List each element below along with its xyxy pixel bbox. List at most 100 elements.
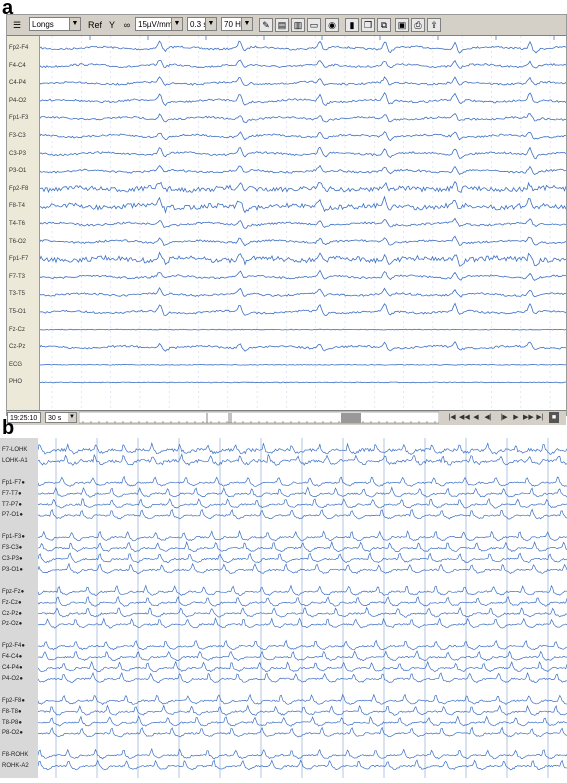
sensitivity-select[interactable]: 15µV/mm ▼ — [135, 17, 183, 31]
eeg-trace — [39, 131, 567, 142]
last-page-icon[interactable]: ▶| — [535, 412, 545, 423]
channel-label: C4-P4 — [9, 80, 27, 87]
viewer-status-bar: 19:25:10 30 s ▼ |◀ ◀◀ ◀ ◀| |▶ ▶ ▶▶ ▶| ■ — [7, 410, 566, 425]
eeg-trace — [37, 693, 567, 706]
branch-icon[interactable]: Y — [105, 17, 119, 33]
eeg-trace — [37, 453, 567, 466]
channel-label: LOHK-A1 — [2, 457, 28, 464]
channel-labels-panel-a: Fp2-F4 F4-C4 C4-P4 P4-O2 Fp1-F3 F3-C3 C3-P3 P3-… — [7, 36, 40, 410]
document-icon[interactable]: ▮ — [345, 18, 359, 32]
eeg-trace-area-b[interactable] — [37, 438, 567, 778]
rewind-icon[interactable]: ◀◀ — [459, 412, 470, 423]
eeg-trace — [37, 759, 567, 771]
page-length-select[interactable]: 30 s ▼ — [45, 412, 77, 423]
eeg-trace — [39, 251, 567, 267]
montage-value: Longs — [32, 20, 54, 29]
layout-1-icon[interactable]: ▤ — [275, 18, 289, 32]
channel-label: P8-O2● — [2, 730, 23, 737]
channel-label: Fz-Cz● — [2, 599, 22, 606]
eeg-trace — [38, 650, 567, 662]
channel-label: P7-O1● — [2, 512, 23, 519]
pen-icon[interactable]: ✎ — [259, 18, 273, 32]
high-filter-select[interactable]: 70 Hz ▼ — [221, 17, 253, 31]
eeg-trace — [39, 164, 567, 175]
channel-label: F7-T3 — [9, 273, 26, 280]
layout-3-icon[interactable]: ▭ — [307, 18, 321, 32]
eeg-trace — [39, 92, 567, 107]
eeg-viewer-window: ☰ Longs ▼ Ref Y ∞ 15µV/mm ▼ 0.3 s ▼ 70 H… — [6, 14, 567, 425]
export-icon[interactable]: ⇪ — [427, 18, 441, 32]
panel-b-letter: b — [2, 417, 15, 439]
eeg-trace — [37, 552, 567, 564]
eeg-trace — [39, 59, 567, 69]
chevron-down-icon: ▼ — [205, 18, 216, 30]
eeg-trace — [37, 562, 567, 575]
print-icon[interactable]: ⎙ — [411, 18, 425, 32]
channel-label: T4-T6 — [9, 221, 26, 227]
channel-label: Fp2-F8● — [2, 697, 25, 704]
save-icon[interactable]: ▣ — [395, 18, 409, 32]
eeg-traces-svg-a — [39, 36, 567, 410]
channel-label: Fp2-F4● — [2, 643, 25, 650]
viewer-toolbar: ☰ Longs ▼ Ref Y ∞ 15µV/mm ▼ 0.3 s ▼ 70 H… — [7, 15, 566, 36]
channel-labels-panel-b: F7-LOHK LOHK-A1 Fp1-F7● F7-T7● T7-P7● P7-O1● F… — [0, 438, 38, 778]
eeg-trace — [39, 340, 567, 352]
eeg-trace-area-a[interactable] — [39, 36, 567, 410]
prev-page-icon[interactable]: ◀ — [471, 412, 481, 423]
channel-label: F4-C4 — [9, 62, 26, 69]
layout-2-icon[interactable]: ▥ — [291, 18, 305, 32]
fast-forward-icon[interactable]: ▶▶ — [523, 412, 534, 423]
channel-label: Fp2-F8 — [9, 185, 29, 192]
cube-icon[interactable]: ❒ — [361, 18, 375, 32]
stop-icon[interactable]: ■ — [549, 412, 559, 423]
gauge-icon[interactable]: ◉ — [325, 18, 339, 32]
eeg-trace — [39, 146, 567, 160]
timeline-scrollbar[interactable] — [79, 411, 439, 425]
timeline-thumb — [341, 413, 361, 423]
eeg-trace — [37, 660, 567, 673]
channel-label: Fp1-F3 — [9, 115, 29, 122]
eeg-trace — [37, 595, 567, 607]
low-filter-select[interactable]: 0.3 s ▼ — [187, 17, 217, 31]
channel-label: Fpz-Fz● — [2, 588, 25, 595]
eeg-trace — [39, 180, 567, 194]
chevron-down-icon: ▼ — [241, 18, 252, 30]
step-forward-icon[interactable]: |▶ — [499, 412, 509, 423]
ref-button[interactable]: Ref — [87, 17, 103, 33]
eeg-trace — [39, 286, 567, 298]
eeg-trace — [37, 704, 567, 716]
channel-label: Fp1-F7 — [9, 256, 29, 263]
eeg-trace — [39, 113, 567, 123]
channel-label: Cz-Pz● — [2, 610, 22, 617]
link-icon[interactable]: ∞ — [121, 17, 133, 33]
first-page-icon[interactable]: |◀ — [447, 412, 457, 423]
eeg-trace — [39, 195, 567, 214]
eeg-trace — [39, 381, 567, 384]
channel-label: C3-P3● — [2, 556, 23, 562]
channel-label: F3-C3 — [9, 133, 26, 139]
channel-label: F4-C4● — [2, 654, 23, 661]
copy-icon[interactable]: ⧉ — [377, 18, 391, 32]
channel-label: Fz-Cz — [9, 326, 25, 333]
eeg-trace — [37, 529, 567, 542]
channel-label: F7-LOHK — [2, 447, 28, 453]
eeg-trace — [37, 486, 567, 498]
sensitivity-value: 15µV/mm — [138, 20, 173, 29]
eeg-trace — [37, 617, 567, 629]
montage-select[interactable]: Longs ▼ — [29, 17, 81, 31]
channel-label: PHO — [9, 379, 23, 386]
channel-label: T7-P7● — [2, 501, 22, 508]
channel-label: F8-T4 — [9, 203, 26, 210]
eeg-trace — [37, 747, 567, 760]
chevron-down-icon: ▼ — [68, 413, 76, 422]
step-back-icon[interactable]: ◀| — [483, 412, 493, 423]
eeg-trace — [37, 715, 567, 727]
chevron-down-icon: ▼ — [69, 18, 80, 30]
eeg-trace — [37, 497, 567, 509]
menu-icon[interactable]: ☰ — [9, 17, 25, 33]
eeg-panel-b: F7-LOHK LOHK-A1 Fp1-F7● F7-T7● T7-P7● P7-O1● F… — [0, 438, 567, 778]
channel-label: Fp1-F3● — [2, 534, 25, 541]
eeg-trace — [37, 540, 567, 553]
eeg-trace — [37, 441, 567, 455]
next-page-icon[interactable]: ▶ — [511, 412, 521, 423]
